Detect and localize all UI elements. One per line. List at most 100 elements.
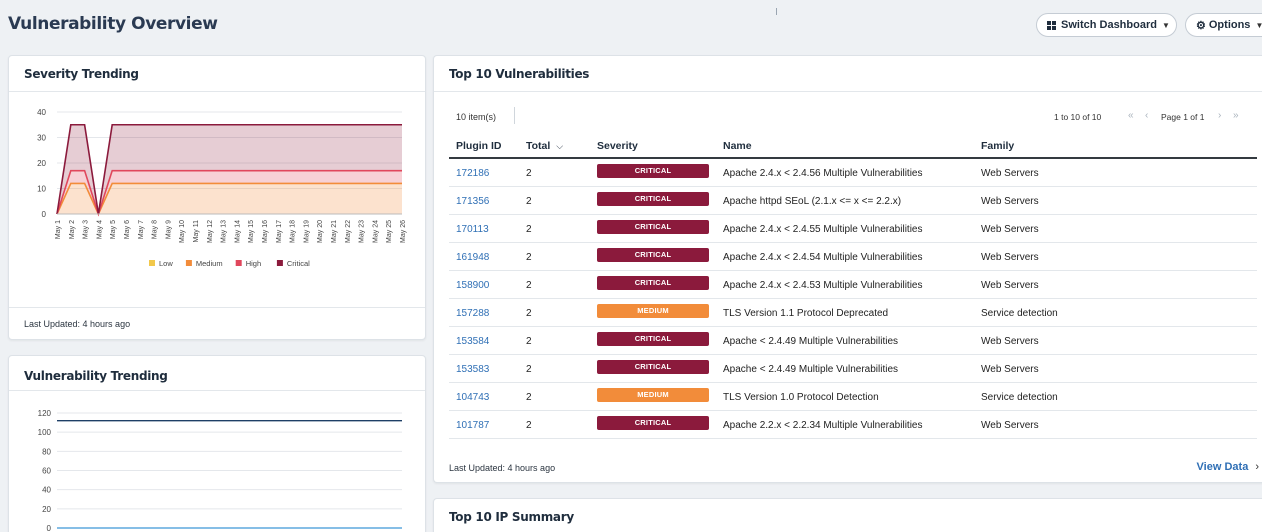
total-cell: 2 [526,392,532,403]
total-cell: 2 [526,364,532,375]
y-tick-label: 20 [42,505,51,514]
severity-trending-title: Severity Trending [24,67,139,81]
switch-dashboard-button[interactable]: Switch Dashboard ▼ [1036,13,1177,37]
severity-badge: CRITICAL [597,416,709,430]
total-cell: 2 [526,308,532,319]
x-tick-label: May 21 [331,220,338,243]
y-tick-label: 10 [37,185,46,194]
col-name[interactable]: Name [723,140,752,152]
ip-summary-title: Top 10 IP Summary [449,510,574,524]
x-tick-label: May 3 [83,220,90,239]
options-button[interactable]: ⚙ Options ▼ [1185,13,1262,37]
family-cell: Web Servers [981,364,1039,375]
y-tick-label: 30 [37,134,46,143]
y-tick-label: 20 [37,159,46,168]
y-tick-label: 120 [38,409,52,418]
plugin-id-link[interactable]: 104743 [456,392,489,403]
name-cell: Apache < 2.4.49 Multiple Vulnerabilities [723,336,899,347]
legend-swatch [185,260,192,266]
x-tick-label: May 25 [386,220,393,243]
range-text: 1 to 10 of 10 [1054,112,1102,122]
severity-badge: CRITICAL [597,164,709,178]
family-cell: Web Servers [981,196,1039,207]
last-updated-text: Last Updated: 4 hours ago [449,463,556,473]
col-total-label: Total [526,140,551,152]
top10-title: Top 10 Vulnerabilities [449,67,590,81]
next-page-icon[interactable]: › [1218,110,1221,121]
divider [434,91,1262,92]
name-cell: Apache 2.4.x < 2.4.54 Multiple Vulnerabi… [723,252,923,263]
total-cell: 2 [526,336,532,347]
x-tick-label: May 24 [372,220,379,243]
y-tick-label: 40 [42,486,51,495]
x-tick-label: May 17 [276,220,283,243]
plugin-id-link[interactable]: 170113 [456,224,489,235]
x-tick-label: May 22 [345,220,352,243]
x-tick-label: May 20 [317,220,324,243]
name-cell: Apache 2.4.x < 2.4.53 Multiple Vulnerabi… [723,280,923,291]
table-row[interactable]: 157288 2 MEDIUM TLS Version 1.1 Protocol De… [449,299,1257,327]
total-cell: 2 [526,224,532,235]
table-row[interactable]: 153583 2 CRITICAL Apache < 2.4.49 Multiple … [449,355,1257,383]
severity-badge: CRITICAL [597,360,709,374]
table-row[interactable]: 171356 2 CRITICAL Apache httpd SEoL (2.1.x … [449,187,1257,215]
severity-badge: MEDIUM [597,304,709,318]
view-data-link[interactable]: View Data › [1197,461,1259,473]
y-tick-label: 0 [42,210,47,219]
x-tick-label: May 12 [207,220,214,243]
severity-badge: CRITICAL [597,192,709,206]
legend-swatch [276,260,283,266]
view-data-label: View Data [1196,461,1249,473]
col-family[interactable]: Family [981,140,1014,152]
plugin-id-link[interactable]: 158900 [456,280,489,291]
total-cell: 2 [526,196,532,207]
plugin-id-link[interactable]: 153584 [456,336,489,347]
family-cell: Web Servers [981,168,1039,179]
plugin-id-link[interactable]: 172186 [456,168,489,179]
x-tick-label: May 1 [55,220,62,239]
x-tick-label: May 26 [400,220,407,243]
page-title: Vulnerability Overview [8,14,218,34]
x-tick-label: May 18 [290,220,297,243]
caret-down-icon: ▼ [1161,20,1170,30]
table-row[interactable]: 104743 2 MEDIUM TLS Version 1.0 Protocol De… [449,383,1257,411]
col-plugin-id[interactable]: Plugin ID [456,140,502,152]
first-page-icon[interactable]: « [1128,110,1134,121]
x-tick-label: May 6 [124,220,131,239]
x-tick-label: May 19 [303,220,310,243]
severity-trending-card: Severity Trending 0 10 20 30 40 May 1 May 2 May… [8,55,426,340]
severity-badge: CRITICAL [597,220,709,234]
name-cell: Apache 2.4.x < 2.4.55 Multiple Vulnerabi… [723,224,923,235]
name-cell: Apache 2.2.x < 2.2.34 Multiple Vulnerabi… [723,420,923,431]
plugin-id-link[interactable]: 101787 [456,420,489,431]
caret-down-icon: ▼ [1255,20,1262,30]
name-cell: Apache < 2.4.49 Multiple Vulnerabilities [723,364,899,375]
plugin-id-link[interactable]: 157288 [456,308,489,319]
last-updated-text: Last Updated: 4 hours ago [24,319,131,329]
table-row[interactable]: 161948 2 CRITICAL Apache 2.4.x < 2.4.54 Mul… [449,243,1257,271]
y-tick-label: 100 [38,428,52,437]
col-severity[interactable]: Severity [597,140,638,152]
plugin-id-link[interactable]: 171356 [456,196,489,207]
plugin-id-link[interactable]: 161948 [456,252,489,263]
plugin-id-link[interactable]: 153583 [456,364,489,375]
y-tick-label: 40 [37,108,46,117]
table-row[interactable]: 170113 2 CRITICAL Apache 2.4.x < 2.4.55 Mul… [449,215,1257,243]
family-cell: Web Servers [981,420,1039,431]
table-row[interactable]: 153584 2 CRITICAL Apache < 2.4.49 Multiple … [449,327,1257,355]
prev-page-icon[interactable]: ‹ [1145,110,1148,121]
severity-badge: CRITICAL [597,276,709,290]
last-page-icon[interactable]: » [1233,110,1239,121]
family-cell: Web Servers [981,280,1039,291]
x-tick-label: May 7 [138,220,145,239]
x-tick-label: May 16 [262,220,269,243]
legend-label: Low [159,259,173,268]
table-row[interactable]: 172186 2 CRITICAL Apache 2.4.x < 2.4.56 Mul… [449,159,1257,187]
x-tick-label: May 10 [179,220,186,243]
family-cell: Service detection [981,308,1058,319]
col-total[interactable]: Total ⌵ [526,140,563,152]
x-tick-label: May 23 [359,220,366,243]
table-row[interactable]: 101787 2 CRITICAL Apache 2.2.x < 2.2.34 Mul… [449,411,1257,439]
table-row[interactable]: 158900 2 CRITICAL Apache 2.4.x < 2.4.53 Mul… [449,271,1257,299]
legend-swatch [149,260,155,266]
